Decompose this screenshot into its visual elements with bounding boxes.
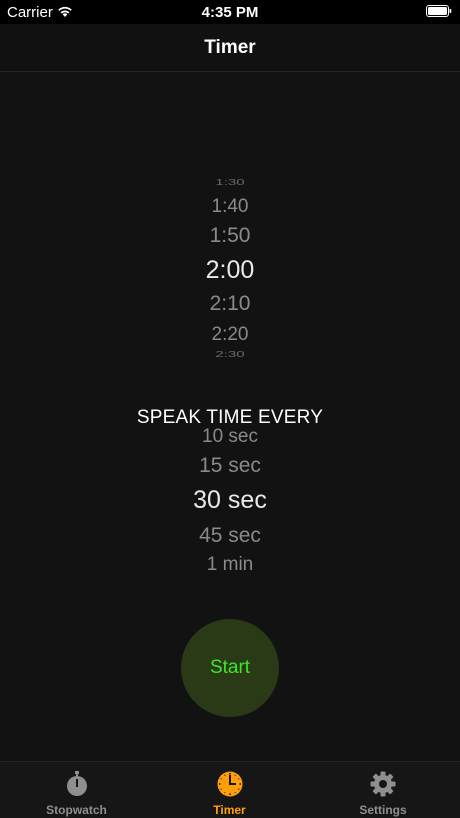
interval-picker[interactable]: 10 sec 15 sec 30 sec 45 sec 1 min [130,422,330,582]
tab-timer[interactable]: Timer [153,762,306,818]
picker-row[interactable]: 45 sec [130,524,330,548]
tab-label: Stopwatch [46,803,107,817]
picker-row[interactable]: 2:10 [130,292,330,316]
battery-icon [426,5,452,17]
start-button-label: Start [209,657,251,678]
picker-row[interactable]: 15 sec [130,454,330,478]
picker-row[interactable]: 1:30 [130,178,330,187]
gear-icon [370,771,396,797]
main-content: 1:30 1:40 1:50 2:00 2:10 2:20 2:30 SPEAK… [0,72,460,761]
tab-label: Settings [359,803,407,817]
timer-icon [217,771,242,797]
start-button[interactable]: Start [181,619,279,717]
tab-label: Timer [213,803,246,817]
picker-selected-row[interactable]: 2:00 [130,256,330,285]
picker-selected-row[interactable]: 30 sec [130,486,330,515]
picker-row[interactable]: 1 min [130,554,330,576]
navigation-bar: Timer [0,24,460,72]
tab-settings[interactable]: Settings [306,762,460,818]
stopwatch-icon [66,771,87,796]
duration-picker[interactable]: 1:30 1:40 1:50 2:00 2:10 2:20 2:30 [130,168,330,368]
picker-row[interactable]: 2:30 [130,350,330,359]
picker-row[interactable]: 2:20 [130,324,330,346]
picker-row[interactable]: 10 sec [130,426,330,448]
picker-row[interactable]: 1:40 [130,196,330,218]
tab-bar: Stopwatch Timer Settings [0,761,460,818]
picker-row[interactable]: 1:50 [130,224,330,248]
page-title: Timer [204,37,256,58]
tab-stopwatch[interactable]: Stopwatch [0,762,153,818]
status-time: 4:35 PM [201,4,259,21]
status-bar: Carrier 4:35 PM [0,0,460,24]
